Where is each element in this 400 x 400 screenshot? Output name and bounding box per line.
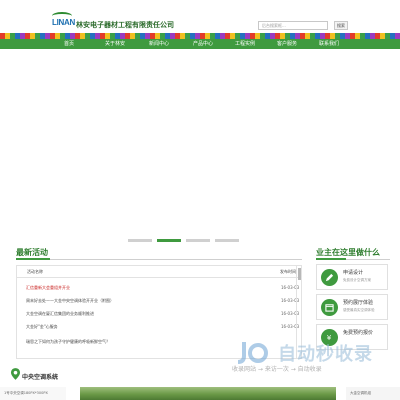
nav-item-news[interactable]: 新闻中心 [136,39,182,49]
logo-text: LINAN [52,18,75,27]
news-section-divider [16,259,302,260]
nav-item-contact[interactable]: 联系我们 [306,39,352,49]
nav-item-products[interactable]: 产品中心 [180,39,226,49]
news-section-accent [16,258,50,260]
news-row[interactable]: 大金好"金"心服务 16-03-03 [17,321,301,333]
service-card-quote[interactable]: ¥ 免费预约报价 [316,324,388,350]
services-section-accent [316,258,346,260]
service-title: 申请设计 [343,270,364,276]
carousel-dot-3[interactable] [186,239,210,242]
svg-text:¥: ¥ [327,333,332,342]
site-header: LINAN 林安电子器材工程有限责任公司 后台搜索框... 搜索 [0,0,400,34]
service-subtitle: 感受最真实空调体验 [343,308,375,312]
product-thumb-right[interactable]: 大金空调机组 [346,387,400,400]
product-thumb-left[interactable]: 1号中央空调180PX*300PX [0,387,66,400]
news-section-title: 最新活动 [16,248,48,257]
service-card-showroom[interactable]: 预约展厅体验 感受最真实空调体验 [316,294,388,320]
news-row-title[interactable]: 大金好"金"心服务 [26,324,58,330]
news-row[interactable]: 周末好去处——大金中央空调体验开开业（附图） 16-03-03 [17,295,301,307]
service-subtitle: 免费设计空调方案 [343,278,371,282]
thumb-caption: 1号中央空调180PX*300PX [4,391,48,395]
central-ac-photo[interactable] [80,387,336,400]
service-card-design[interactable]: 申请设计 免费设计空调方案 [316,264,388,290]
column-header-date: 发布时间 [280,269,296,274]
news-scrollbar[interactable] [296,266,301,358]
carousel-dot-4[interactable] [215,239,239,242]
news-row-title[interactable]: 周末好去处——大金中央空调体验开开业（附图） [26,298,114,304]
service-title: 免费预约报价 [343,330,374,336]
map-pin-icon [11,368,20,380]
pencil-icon [321,269,338,286]
search-button[interactable]: 搜索 [334,21,348,30]
news-table-header: 活动名称 发布时间 [17,266,301,278]
news-table: 活动名称 发布时间 汇信重新大会重组并开业 16-03-03 周末好去处——大金… [16,265,302,359]
services-section-title: 业主在这里做什么 [316,248,380,257]
carousel-dot-1[interactable] [128,239,152,242]
watermark-subtext: 收录网站 → 来访一次 → 自动收录 [232,366,322,373]
column-header-title: 活动名称 [27,269,43,274]
news-row-title[interactable]: 大金空调在厦汇信集团的业务顺利推进 [26,311,94,317]
hero-banner [0,49,400,243]
nav-item-about[interactable]: 关于林安 [92,39,138,49]
calendar-icon [321,299,338,316]
news-scroll-thumb[interactable] [298,268,301,280]
main-nav: 首页 关于林安 新闻中心 产品中心 工程实例 客户服务 联系我们 [0,39,400,49]
company-logo[interactable]: LINAN [52,12,75,31]
news-row-title[interactable]: 汇信重新大会重组并开业 [26,285,70,291]
company-name: 林安电子器材工程有限责任公司 [76,21,174,29]
nav-item-service[interactable]: 客户服务 [264,39,310,49]
nav-item-home[interactable]: 首页 [46,39,92,49]
news-row[interactable]: 瑞思之下如何为孩子守护健康的呼吸新鲜空气？ [17,336,301,348]
news-row-title[interactable]: 瑞思之下如何为孩子守护健康的呼吸新鲜空气？ [26,339,110,345]
service-title: 预约展厅体验 [343,300,374,306]
central-ac-section-title: 中央空调系统 [22,374,59,381]
news-row[interactable]: 大金空调在厦汇信集团的业务顺利推进 16-03-03 [17,308,301,320]
carousel-dot-2[interactable] [157,239,181,242]
nav-item-projects[interactable]: 工程实例 [222,39,268,49]
thumb-caption: 大金空调机组 [350,391,371,395]
news-row[interactable]: 汇信重新大会重组并开业 16-03-03 [17,282,301,294]
search-input[interactable]: 后台搜索框... [258,21,328,30]
price-icon: ¥ [321,329,338,346]
